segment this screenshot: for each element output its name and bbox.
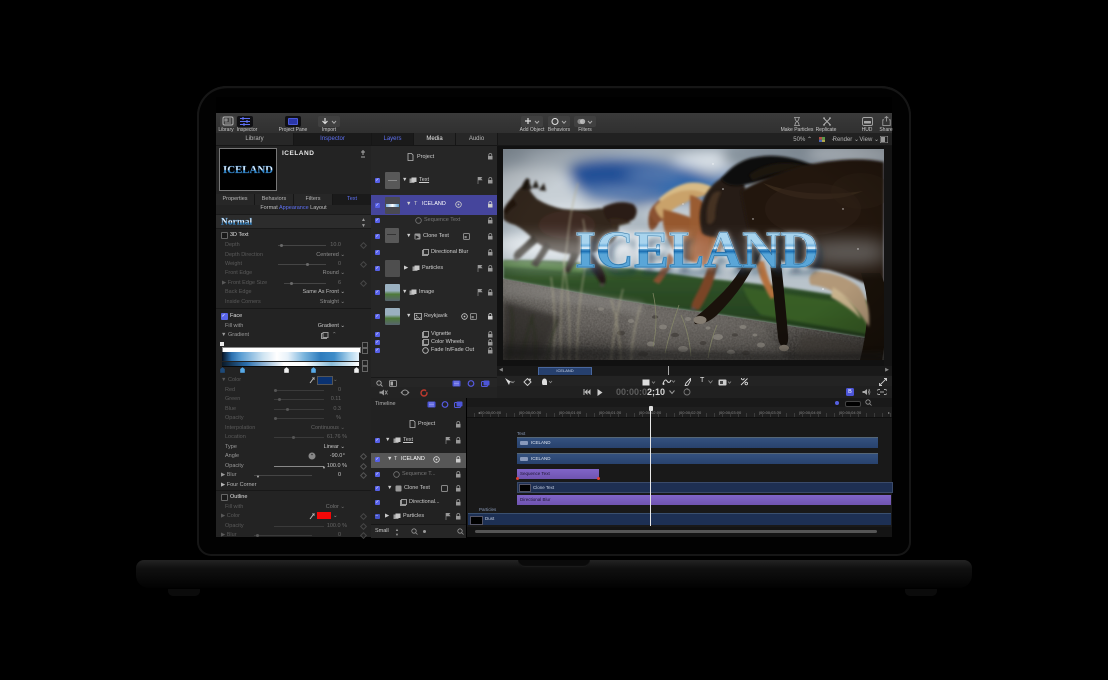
svg-text:▶: ▶	[416, 235, 420, 241]
svg-text:■: ■	[464, 235, 467, 240]
svg-text:■: ■	[471, 315, 474, 320]
